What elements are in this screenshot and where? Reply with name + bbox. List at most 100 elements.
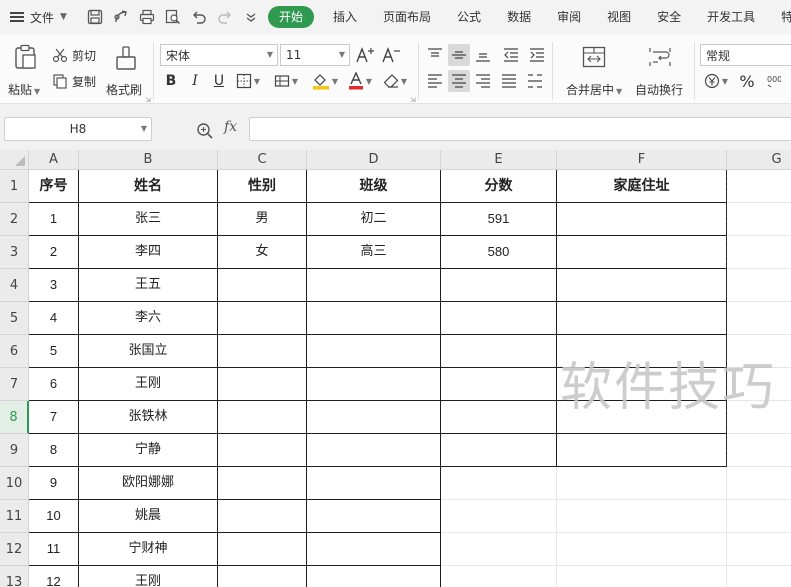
- cell-gender[interactable]: [218, 368, 307, 401]
- fill-color-button[interactable]: ▼: [308, 70, 342, 92]
- cell-name[interactable]: 宁财神: [79, 533, 218, 566]
- tab-insert[interactable]: 插入: [320, 6, 370, 28]
- redo-icon[interactable]: [214, 6, 236, 28]
- cell-empty[interactable]: [727, 467, 791, 500]
- cell-address[interactable]: [557, 500, 727, 533]
- cell-address[interactable]: [557, 467, 727, 500]
- cell-seq[interactable]: 2: [29, 236, 79, 269]
- tab-formulas[interactable]: 公式: [444, 6, 494, 28]
- cell-score[interactable]: [441, 269, 557, 302]
- header-cell-score[interactable]: 分数: [441, 170, 557, 203]
- tab-page-layout[interactable]: 页面布局: [370, 6, 444, 28]
- cell-empty[interactable]: [727, 533, 791, 566]
- column-header-c[interactable]: C: [218, 150, 307, 170]
- column-header-a[interactable]: A: [29, 150, 79, 170]
- percent-style-button[interactable]: %: [736, 70, 758, 92]
- cell-score[interactable]: [441, 566, 557, 587]
- thousands-separator-icon[interactable]: 000: [762, 70, 784, 92]
- header-cell-seq[interactable]: 序号: [29, 170, 79, 203]
- cell-score[interactable]: [441, 368, 557, 401]
- clipboard-launcher-icon[interactable]: ⇲: [145, 96, 151, 104]
- formula-input[interactable]: [249, 117, 791, 141]
- distribute-icon[interactable]: [524, 70, 546, 92]
- cell-seq[interactable]: 7: [29, 401, 79, 434]
- header-cell-class[interactable]: 班级: [307, 170, 441, 203]
- cell-gender[interactable]: [218, 302, 307, 335]
- cell-class[interactable]: [307, 368, 441, 401]
- row-header-4[interactable]: 4: [0, 269, 29, 302]
- row-header-9[interactable]: 9: [0, 434, 29, 467]
- cell-class[interactable]: [307, 467, 441, 500]
- cut-button[interactable]: 剪切: [52, 46, 96, 64]
- cell-style-button[interactable]: ▼: [270, 70, 302, 92]
- cell-seq[interactable]: 1: [29, 203, 79, 236]
- tab-data[interactable]: 数据: [494, 6, 544, 28]
- row-header-13[interactable]: 13: [0, 566, 29, 587]
- cell-gender[interactable]: [218, 269, 307, 302]
- cell-empty[interactable]: [727, 236, 791, 269]
- cell-seq[interactable]: 10: [29, 500, 79, 533]
- row-header-11[interactable]: 11: [0, 500, 29, 533]
- cell-seq[interactable]: 12: [29, 566, 79, 587]
- cell-address[interactable]: [557, 236, 727, 269]
- export-pdf-icon[interactable]: [110, 6, 132, 28]
- tab-home[interactable]: 开始: [268, 6, 315, 28]
- cell-name[interactable]: 王五: [79, 269, 218, 302]
- cell-name[interactable]: 李四: [79, 236, 218, 269]
- cell-empty[interactable]: [727, 170, 791, 203]
- copy-button[interactable]: 复制: [52, 72, 96, 90]
- cell-score[interactable]: [441, 302, 557, 335]
- cell-empty[interactable]: [727, 566, 791, 587]
- cell-seq[interactable]: 9: [29, 467, 79, 500]
- align-center-icon[interactable]: [448, 70, 470, 92]
- tab-features[interactable]: 特色: [768, 6, 791, 28]
- cell-class[interactable]: [307, 533, 441, 566]
- underline-icon[interactable]: U: [208, 70, 230, 92]
- cell-name[interactable]: 王刚: [79, 368, 218, 401]
- column-header-d[interactable]: D: [307, 150, 441, 170]
- row-header-6[interactable]: 6: [0, 335, 29, 368]
- cell-gender[interactable]: [218, 401, 307, 434]
- cell-gender[interactable]: [218, 467, 307, 500]
- cell-class[interactable]: 高三: [307, 236, 441, 269]
- increase-indent-icon[interactable]: [526, 44, 548, 66]
- column-header-b[interactable]: B: [79, 150, 218, 170]
- column-header-f[interactable]: F: [557, 150, 727, 170]
- cell-name[interactable]: 王刚: [79, 566, 218, 587]
- format-painter-button[interactable]: 格式刷: [104, 42, 148, 100]
- cell-empty[interactable]: [727, 269, 791, 302]
- cell-class[interactable]: [307, 302, 441, 335]
- cell-score[interactable]: [441, 335, 557, 368]
- number-format-select[interactable]: 常规: [700, 44, 791, 66]
- cell-name[interactable]: 李六: [79, 302, 218, 335]
- header-cell-name[interactable]: 姓名: [79, 170, 218, 203]
- tab-developer[interactable]: 开发工具: [694, 6, 768, 28]
- cell-address[interactable]: [557, 302, 727, 335]
- customize-toolbar-icon[interactable]: [240, 6, 262, 28]
- cell-name[interactable]: 欧阳娜娜: [79, 467, 218, 500]
- row-header-12[interactable]: 12: [0, 533, 29, 566]
- header-cell-gender[interactable]: 性别: [218, 170, 307, 203]
- italic-icon[interactable]: I: [184, 70, 206, 92]
- cell-class[interactable]: [307, 566, 441, 587]
- justify-icon[interactable]: [498, 70, 520, 92]
- row-header-5[interactable]: 5: [0, 302, 29, 335]
- print-preview-icon[interactable]: [162, 6, 184, 28]
- cell-class[interactable]: 初二: [307, 203, 441, 236]
- row-header-10[interactable]: 10: [0, 467, 29, 500]
- tab-review[interactable]: 审阅: [544, 6, 594, 28]
- merge-center-button[interactable]: 合并居中 ▼: [560, 42, 628, 100]
- file-menu[interactable]: 文件 ▼: [0, 9, 80, 26]
- cell-empty[interactable]: [727, 500, 791, 533]
- cell-class[interactable]: [307, 434, 441, 467]
- print-icon[interactable]: [136, 6, 158, 28]
- cell-name[interactable]: 张铁林: [79, 401, 218, 434]
- cell-gender[interactable]: 女: [218, 236, 307, 269]
- cell-name[interactable]: 姚晨: [79, 500, 218, 533]
- cell-seq[interactable]: 8: [29, 434, 79, 467]
- cell-score[interactable]: 580: [441, 236, 557, 269]
- cell-seq[interactable]: 11: [29, 533, 79, 566]
- column-header-e[interactable]: E: [441, 150, 557, 170]
- cell-score[interactable]: [441, 401, 557, 434]
- currency-format-button[interactable]: ▼: [702, 70, 730, 92]
